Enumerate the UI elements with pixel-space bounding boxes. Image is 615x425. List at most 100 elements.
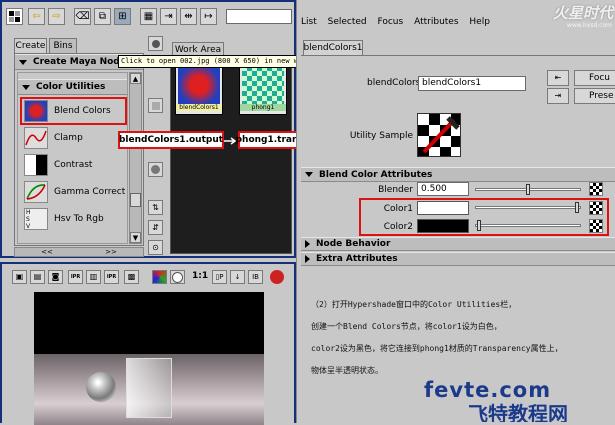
list-item-hsv-to-rgb[interactable]: HSV Hsv To Rgb [18,205,127,232]
render-region-icon[interactable]: ▣ [12,270,27,284]
focus-icon-button[interactable]: ⇤ [547,70,569,86]
redo-render-icon[interactable]: ▤ [30,270,45,284]
alpha-channel-icon[interactable] [170,270,185,284]
node-list: Color Utilities Blend Colors Clamp Contr… [17,72,128,244]
tab-work-area[interactable]: Work Area [172,42,224,56]
tab-bins[interactable]: Bins [49,38,77,53]
sort-alt-icon[interactable]: ⇵ [148,220,163,235]
list-item-clamp[interactable]: Clamp [18,124,127,151]
scroll-thumb[interactable] [130,193,141,207]
hsv-to-rgb-icon: HSV [24,207,48,230]
ball-icon[interactable] [148,162,163,177]
horizontal-scrollbar[interactable]: << >> [14,247,144,257]
checker-icon[interactable] [6,8,23,25]
blend-colors-highlight [20,97,127,125]
hypershade-panel: ⇦ ⇨ ⌫ ⧉ ⊞ ▦ ⇥ ⇹ ↦ Create Bins Create May… [0,0,344,258]
color2-map-button[interactable] [589,219,603,233]
keep-image-icon[interactable]: ▯P [212,270,227,284]
node-name-input[interactable]: blendColors1 [418,76,526,91]
contrast-icon [24,153,48,176]
color1-slider-thumb[interactable] [575,202,579,213]
presets-icon-button[interactable]: ⇥ [547,88,569,104]
focus-button[interactable]: Focu [574,70,615,86]
flat-swatch-icon[interactable] [148,98,163,113]
hypershade-toolbar: ⇦ ⇨ ⌫ ⧉ ⊞ ▦ ⇥ ⇹ ↦ [6,8,292,28]
menu-selected[interactable]: Selected [328,17,367,27]
color1-map-button[interactable] [589,201,603,215]
section-blend-color-attributes[interactable]: Blend Color Attributes [301,167,615,182]
presets-button[interactable]: Prese [574,88,615,104]
list-item-gamma-correct[interactable]: Gamma Correct [18,178,127,205]
sphere-swatch-icon[interactable] [148,36,163,51]
arrow-left-icon[interactable]: ⇦ [28,8,45,25]
color2-slider-thumb[interactable] [477,220,481,231]
arrow-right-icon[interactable]: ⇨ [48,8,65,25]
blend-colors-swatch-icon [178,66,220,104]
input-graph-icon[interactable]: ⇥ [160,8,177,25]
tab-work-area-label: Work Area [174,44,222,55]
tutorial-text: （2）打开Hypershade窗口中的Color Utilities栏， 创建一… [311,294,611,382]
zoom-label[interactable]: 1:1 [192,271,208,281]
color2-slider-track[interactable] [475,224,581,227]
scroll-left-button[interactable]: << [41,248,53,256]
expand-triangle-icon [22,84,30,90]
eraser-icon[interactable]: ⌫ [74,8,91,25]
node-name-label: blendColors: [367,78,424,88]
blend-colors-node[interactable]: blendColors1 [175,63,223,115]
snapshot-icon[interactable]: ◙ [48,270,63,284]
watermark-site: www.hxsd.com [566,22,612,29]
color-swatch-icon[interactable] [152,270,167,284]
tab-blend-colors-label: blendColors1 [303,43,363,53]
image-browser-icon[interactable]: IB [248,270,263,284]
tab-create[interactable]: Create [14,38,47,53]
list-item-label: Contrast [54,159,93,170]
clamp-icon [24,126,48,149]
color2-swatch[interactable] [417,219,469,233]
options-icon[interactable]: ⊙ [148,240,163,255]
blender-map-button[interactable] [589,182,603,196]
color-utilities-header[interactable]: Color Utilities [18,79,127,95]
node-label: blendColors1 [176,104,222,111]
node-list-scrollbar[interactable]: ▲ ▼ [129,72,142,244]
hypershade-search-field[interactable] [226,9,292,24]
sort-icon[interactable]: ⇅ [148,200,163,215]
ipr-render-icon[interactable]: IPR [68,270,83,284]
network-icon[interactable]: ⊞ [114,8,131,25]
work-area[interactable]: blendColors1 phong1 [170,56,292,254]
menu-focus[interactable]: Focus [378,17,404,27]
blender-label: Blender [378,185,413,195]
scroll-right-button[interactable]: >> [105,248,117,256]
blender-slider-thumb[interactable] [526,184,530,195]
output-graph-icon[interactable]: ↦ [200,8,217,25]
color1-label: Color1 [383,204,413,214]
menu-help[interactable]: Help [469,17,490,27]
grid-icon[interactable]: ▦ [140,8,157,25]
remove-image-icon[interactable]: ↓ [230,270,245,284]
in-out-graph-icon[interactable]: ⇹ [180,8,197,25]
menu-list[interactable]: List [301,17,317,27]
graph-icon[interactable]: ⧉ [94,8,111,25]
utility-sample-label: Utility Sample [349,131,413,141]
menu-attributes[interactable]: Attributes [414,17,458,27]
film-icon[interactable]: ▥ [86,270,101,284]
rgb-channels-icon[interactable]: ▩ [124,270,139,284]
node-label: phong1 [240,104,286,111]
list-item-contrast[interactable]: Contrast [18,151,127,178]
color1-slider-track[interactable] [475,206,581,209]
section-extra-attributes[interactable]: Extra Attributes [301,252,615,266]
scroll-up-icon[interactable]: ▲ [130,73,141,84]
create-panel: Create Maya Node Color Utilities Blend C… [14,53,144,246]
color1-swatch[interactable] [417,201,469,215]
list-item-label: Clamp [54,132,83,143]
ipr-refresh-icon[interactable]: IPR [104,270,119,284]
scroll-down-icon[interactable]: ▼ [130,232,141,243]
section-node-behavior[interactable]: Node Behavior [301,237,615,251]
ipr-stop-icon[interactable] [270,270,284,284]
blender-input[interactable]: 0.500 [417,182,469,196]
tab-blend-colors[interactable]: blendColors1 [303,40,363,55]
glass-cube [126,358,172,418]
phong-swatch-icon [242,66,284,104]
render-view-panel: ▣ ▤ ◙ IPR ▥ IPR ▩ 1:1 ▯P ↓ IB [0,262,296,425]
phong-node[interactable]: phong1 [239,63,287,115]
watermark-top-right: 火星时代 [552,4,613,22]
